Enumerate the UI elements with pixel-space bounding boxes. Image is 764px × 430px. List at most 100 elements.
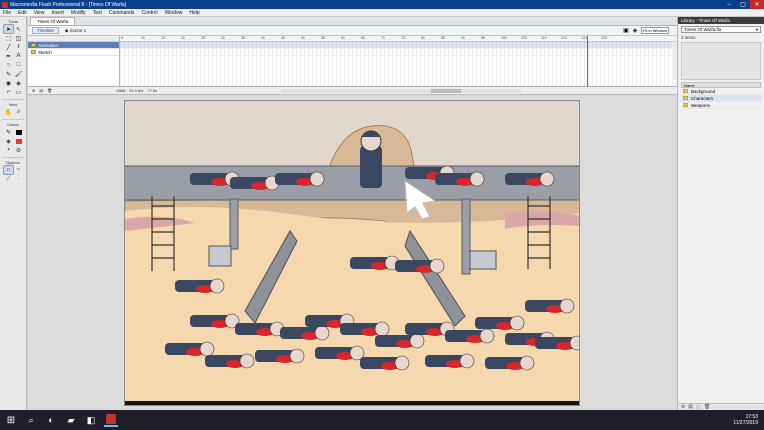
zoom-tool-icon[interactable]: ⌕: [14, 108, 23, 116]
layer-animation[interactable]: Animation: [28, 42, 119, 49]
straighten-icon[interactable]: ⟋: [4, 175, 13, 183]
fallen-soldier: [395, 258, 445, 274]
library-preview: [681, 42, 761, 80]
selection-tool-icon[interactable]: ➤: [3, 24, 14, 34]
pillar-mid: [461, 198, 471, 275]
menu-modify[interactable]: Modify: [71, 10, 86, 16]
fill-swatch[interactable]: [14, 137, 23, 145]
frame-row[interactable]: [120, 49, 677, 56]
fallen-soldier: [275, 171, 325, 187]
library-folder-weapons[interactable]: Weapons: [681, 102, 761, 109]
flash-taskbar-icon[interactable]: [104, 413, 118, 427]
fallen-soldier: [350, 255, 400, 271]
library-document: Times Of Warfa.fla: [684, 27, 722, 32]
ruler-mark: 60: [341, 36, 345, 40]
fallen-soldier: [485, 355, 535, 371]
ruler-mark: 125: [601, 36, 607, 40]
lasso-tool-icon[interactable]: ℓ: [14, 43, 23, 51]
ruler-mark: 20: [181, 36, 185, 40]
stroke-swatch[interactable]: [14, 128, 23, 136]
ruler-mark: 65: [361, 36, 365, 40]
zoom-select[interactable]: Fit in Window: [641, 27, 669, 34]
subselection-tool-icon[interactable]: ↖: [14, 25, 23, 33]
system-clock[interactable]: 17:53 11/27/2019: [733, 414, 764, 426]
fallen-soldier: [535, 335, 579, 351]
menu-insert[interactable]: Insert: [51, 10, 64, 16]
minimize-button[interactable]: –: [722, 0, 736, 9]
browser-icon[interactable]: ◐: [44, 413, 58, 427]
ink-bottle-icon[interactable]: ◉: [4, 79, 13, 87]
free-transform-icon[interactable]: ⬚: [4, 34, 13, 42]
fill-color-icon[interactable]: ◈: [4, 137, 13, 145]
pencil-tool-icon[interactable]: ✎: [4, 70, 13, 78]
add-folder-icon[interactable]: ▤: [39, 88, 43, 93]
folder-icon: [683, 103, 688, 107]
timeline-hscrollbar[interactable]: [281, 88, 522, 93]
text-tool-icon[interactable]: A: [14, 52, 23, 60]
delete-layer-icon[interactable]: 🗑: [47, 88, 52, 93]
layer-icon: [31, 43, 36, 47]
fallen-soldier: [205, 353, 255, 369]
stage-area: [28, 96, 677, 410]
snap-magnet-icon[interactable]: ∩: [3, 165, 14, 175]
menu-help[interactable]: Help: [189, 10, 199, 16]
library-folder-characters[interactable]: Characters: [681, 95, 761, 102]
menu-control[interactable]: Control: [141, 10, 157, 16]
rectangle-tool-icon[interactable]: □: [14, 61, 23, 69]
close-button[interactable]: ✕: [750, 0, 764, 9]
fallen-soldier: [375, 333, 425, 349]
ruler-mark: 70: [381, 36, 385, 40]
menu-edit[interactable]: Edit: [18, 10, 27, 16]
menu-view[interactable]: View: [34, 10, 45, 16]
menu-file[interactable]: File: [3, 10, 11, 16]
app-icon[interactable]: ◧: [84, 413, 98, 427]
folder-name: Background: [691, 88, 716, 94]
frame-row[interactable]: [120, 42, 677, 49]
title-bar: Macromedia Flash Professional 8 - [Times…: [0, 0, 764, 9]
crate-left: [208, 245, 232, 267]
scene-name: Scene 1: [69, 27, 87, 33]
paint-bucket-icon[interactable]: ◈: [14, 79, 23, 87]
timeline-button[interactable]: Timeline: [32, 27, 59, 34]
default-colors-icon[interactable]: ▪: [4, 146, 13, 154]
layer-sketch[interactable]: Sketch: [28, 49, 119, 56]
edit-symbol-icon[interactable]: ◈: [632, 28, 638, 34]
search-icon[interactable]: ⌕: [24, 413, 38, 427]
eraser-icon[interactable]: ▭: [14, 88, 23, 96]
stroke-color-icon[interactable]: ✎: [4, 128, 13, 136]
scene-label: ◆ Scene 1: [65, 28, 86, 34]
ruler-mark: 5: [121, 36, 123, 40]
fallen-soldier: [475, 315, 525, 331]
library-title: Library - Times Of Warfa: [678, 17, 764, 24]
menu-commands[interactable]: Commands: [109, 10, 135, 16]
smooth-icon[interactable]: ~: [14, 166, 23, 174]
no-color-icon[interactable]: ⊘: [14, 146, 23, 154]
stage-canvas[interactable]: [124, 100, 580, 406]
file-explorer-icon[interactable]: ▰: [64, 413, 78, 427]
scroll-thumb[interactable]: [431, 88, 462, 93]
fill-transform-icon[interactable]: ◫: [14, 34, 23, 42]
frames-grid[interactable]: 5 10 15 20 25 30 35 40 45 50 55 60 65 70 75 80 85 90 95 100…: [120, 36, 677, 87]
document-tab[interactable]: Times Of Warfa: [30, 17, 76, 25]
playhead[interactable]: [587, 36, 588, 87]
add-layer-icon[interactable]: ⊕: [32, 88, 35, 93]
library-document-select[interactable]: Times Of Warfa.fla ▾: [681, 26, 761, 33]
standing-soldier: [360, 130, 382, 188]
library-folder-background[interactable]: Background: [681, 88, 761, 95]
hand-tool-icon[interactable]: ✋: [4, 108, 13, 116]
oval-tool-icon[interactable]: ○: [4, 61, 13, 69]
option-extra-icon[interactable]: ·: [14, 175, 23, 183]
pen-tool-icon[interactable]: ✒: [4, 52, 13, 60]
document-tabs: Times Of Warfa: [28, 17, 677, 26]
maximize-button[interactable]: ▢: [736, 0, 750, 9]
eyedropper-icon[interactable]: ⌐: [4, 88, 13, 96]
edit-scene-icon[interactable]: ▣: [623, 28, 629, 34]
fallen-soldier: [190, 313, 240, 329]
menu-text[interactable]: Text: [93, 10, 102, 16]
line-tool-icon[interactable]: ╱: [4, 43, 13, 51]
brush-tool-icon[interactable]: 🖌: [14, 70, 23, 78]
windows-start-icon[interactable]: ⊞: [4, 413, 18, 427]
fallen-soldier: [435, 171, 485, 187]
menu-window[interactable]: Window: [165, 10, 183, 16]
layer-icon: [31, 50, 36, 54]
